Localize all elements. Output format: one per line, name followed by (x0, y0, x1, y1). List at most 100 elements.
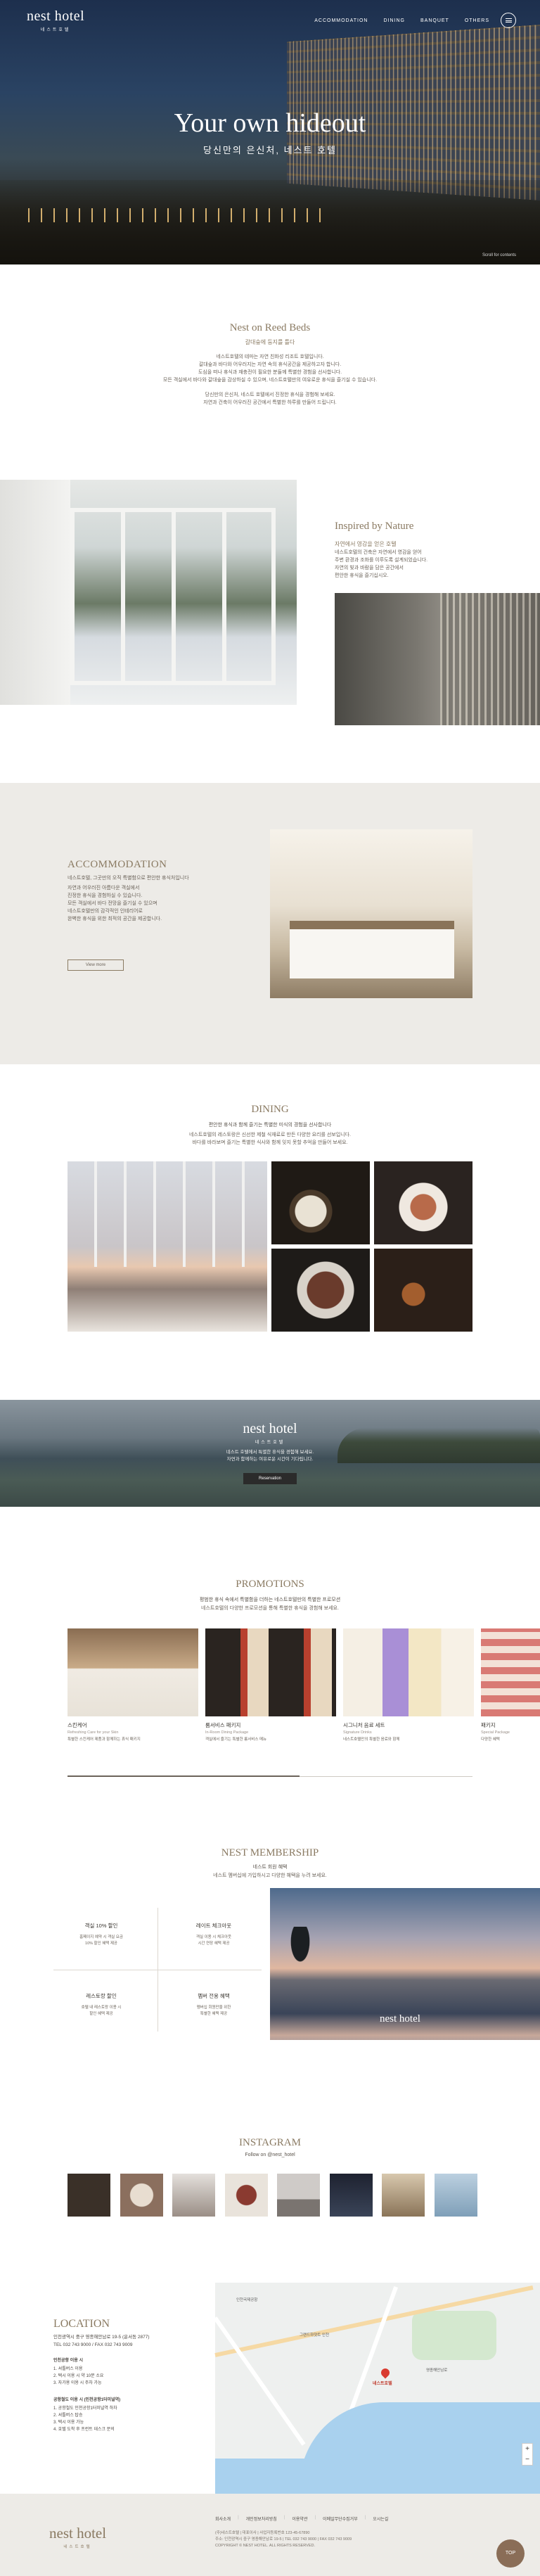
promo-desc: 객실에서 즐기는 특별한 룸서비스 메뉴 (205, 1737, 267, 1742)
shuttle-direction: 4. 호텔 도착 후 프런트 데스크 문의 (53, 2428, 115, 2432)
promo-image (343, 1628, 474, 1716)
map-zoom-control[interactable]: + − (522, 2443, 533, 2466)
map-water (215, 2459, 356, 2494)
map-label: 인천국제공항 (236, 2298, 258, 2302)
hero-section: nest hotel 네스트호텔 ACCOMMODATION DINING BA… (0, 0, 540, 264)
benefit-cell: 객실 10% 할인 홈페이지 예약 시 객실 요금 10% 할인 혜택 제공 (45, 1899, 158, 1970)
intro-line: 도심을 떠나 휴식과 재충전이 필요한 분들께 특별한 경험을 선사합니다. (198, 370, 342, 375)
membership-line: 네스트 멤버십에 가입하시고 다양한 혜택을 누려 보세요. (213, 1873, 327, 1878)
site-logo[interactable]: nest hotel 네스트호텔 (27, 8, 84, 32)
benefit-desc: 멤버십 회원만을 위한 (196, 2006, 231, 2010)
nature-line: 주변 환경과 조화를 이루도록 설계되었습니다. (335, 558, 428, 563)
nature-title: Inspired by Nature (335, 521, 414, 532)
footer-link[interactable]: 오시는길 (373, 2516, 388, 2522)
nature-line: 네스트호텔의 건축은 자연에서 영감을 얻어 (335, 550, 422, 555)
footer-link[interactable]: 이용약관 (292, 2516, 307, 2522)
promo-card[interactable]: 스킨케어 Refreshing Care for your Skin 특별한 스… (68, 1628, 198, 1742)
dish-image[interactable] (374, 1161, 472, 1244)
promo-en-title: Refreshing Care for your Skin (68, 1730, 119, 1735)
membership-image-logo: nest hotel (380, 2013, 420, 2025)
promo-desc: 특별한 스킨케어 제품과 함께하는 휴식 패키지 (68, 1737, 141, 1742)
room-image (270, 829, 472, 998)
accommodation-line: 완벽한 휴식을 위한 최적의 공간을 제공합니다. (68, 917, 162, 922)
carousel-scrollbar[interactable] (68, 1775, 472, 1777)
instagram-post[interactable] (277, 2174, 320, 2217)
nature-subtitle: 자연에서 영감을 얻은 호텔 (335, 541, 397, 547)
banner-logo-text: nest hotel (243, 1421, 297, 1436)
accommodation-title: ACCOMMODATION (68, 859, 167, 870)
shuttle-direction: 2. 셔틀버스 탑승 (53, 2414, 83, 2418)
logo-text: nest hotel (27, 8, 85, 24)
nav-item-banquet[interactable]: BANQUET (420, 18, 449, 23)
nature-line: 편안한 휴식을 즐기십시오. (335, 573, 389, 578)
nav-item-accommodation[interactable]: ACCOMMODATION (314, 18, 368, 23)
benefit-desc: 할인 혜택 제공 (89, 2012, 113, 2016)
map-road (345, 2286, 399, 2420)
membership-section: NEST MEMBERSHIP 네스트 회원 혜택 네스트 멤버십에 가입하시고… (0, 1829, 540, 2040)
instagram-post[interactable] (172, 2174, 215, 2217)
footer-links: 회사소개 | 개인정보처리방침 | 이용약관 | 이메일무단수집거부 | 오시는길 (215, 2516, 389, 2522)
drink-image[interactable] (374, 1249, 472, 1332)
accommodation-line: 진정한 휴식을 경험하실 수 있습니다. (68, 893, 143, 898)
hero-lights (28, 208, 323, 222)
instagram-post[interactable] (382, 2174, 425, 2217)
nav-item-dining[interactable]: DINING (383, 18, 405, 23)
footer-link[interactable]: 회사소개 (215, 2516, 231, 2522)
promo-en-title: Signature Drinks (343, 1730, 372, 1735)
location-address: 인천광역시 중구 영종해안남로 19-5 (운서동 2877) (53, 2335, 150, 2340)
instagram-follow-link[interactable]: Follow on @nest_hotel (0, 2153, 540, 2157)
promo-card[interactable]: 룸서비스 패키지 In-Room Dining Package 객실에서 즐기는… (205, 1628, 336, 1742)
promo-card[interactable]: 시그니처 음료 세트 Signature Drinks 네스트호텔만의 특별한 … (343, 1628, 474, 1742)
shuttle-direction: 3. 택시 이용 가능 (53, 2421, 84, 2425)
instagram-post[interactable] (68, 2174, 110, 2217)
benefit-title: 레스토랑 할인 (86, 1993, 117, 1999)
instagram-title: INSTAGRAM (239, 2137, 301, 2148)
footer-info-line: COPYRIGHT © NEST HOTEL. ALL RIGHTS RESER… (215, 2544, 315, 2548)
promotions-carousel: 스킨케어 Refreshing Care for your Skin 특별한 스… (68, 1628, 540, 1742)
airport-direction: 2. 택시 이용 시 약 10분 소요 (53, 2374, 104, 2378)
airport-direction: 1. 셔틀버스 이용 (53, 2367, 83, 2371)
promo-desc: 네스트호텔만의 특별한 음료와 함께 (343, 1737, 400, 1742)
footer-link[interactable]: 개인정보처리방침 (246, 2516, 277, 2522)
airport-directions-title: 인천공항 이용 시 (53, 2359, 83, 2363)
instagram-post[interactable] (224, 2174, 268, 2217)
benefit-desc: 객실 이용 시 체크아웃 (195, 1935, 232, 1939)
nav-item-others[interactable]: OTHERS (465, 18, 489, 23)
instagram-post[interactable] (434, 2174, 477, 2217)
instagram-post[interactable] (120, 2174, 163, 2217)
buffet-image[interactable] (68, 1161, 267, 1332)
footer-info: (주)네스트호텔 | 대표이사 | 사업자등록번호 123-45-67890 주… (215, 2530, 352, 2549)
map-label: 그랜드하얏트 인천 (300, 2333, 330, 2338)
scroll-top-button[interactable]: TOP (496, 2539, 525, 2568)
dish-image[interactable] (271, 1161, 370, 1244)
instagram-post[interactable] (329, 2174, 373, 2217)
benefit-title: 레이트 체크아웃 (195, 1923, 232, 1929)
promotions-line: 네스트호텔의 다양한 프로모션을 통해 특별한 휴식을 경험해 보세요. (201, 1606, 339, 1611)
footer-logo-subtext: 네스트호텔 (63, 2545, 92, 2549)
banner-logo-subtext: 네스트호텔 (255, 1441, 285, 1445)
footer-link[interactable]: 이메일무단수집거부 (323, 2516, 358, 2522)
main-nav: ACCOMMODATION DINING BANQUET OTHERS (314, 18, 489, 23)
dining-subtitle: 편안한 휴식과 함께 즐기는 특별한 미식의 경험을 선사합니다 (208, 1123, 332, 1128)
hero-ground (0, 180, 540, 264)
accommodation-line: 모든 객실에서 바다 전망을 즐기실 수 있으며 (68, 901, 158, 906)
scroll-hint[interactable]: Scroll for contents (482, 253, 516, 257)
map-pin-icon[interactable] (379, 2366, 392, 2379)
dining-title: DINING (251, 1104, 289, 1115)
steak-image[interactable] (271, 1249, 370, 1332)
reservation-button[interactable]: Reservation (243, 1473, 297, 1484)
view-more-button[interactable]: View more (68, 959, 124, 971)
promo-image (205, 1628, 336, 1716)
window-view-image (0, 480, 297, 705)
footer-logo[interactable]: nest hotel 네스트호텔 (49, 2525, 106, 2549)
promotions-subtitle: 평범한 휴식 속에서 특별함을 더하는 네스트호텔만의 특별한 프로모션 (199, 1598, 341, 1602)
promotions-title: PROMOTIONS (236, 1579, 304, 1590)
menu-button[interactable] (501, 13, 516, 28)
promo-card[interactable]: 패키지 Special Package 다양한 혜택 (481, 1628, 540, 1742)
promo-en-title: In-Room Dining Package (205, 1730, 249, 1735)
location-title: LOCATION (53, 2318, 110, 2330)
banner-line: 자연과 함께하는 여유로운 시간이 기다립니다. (226, 1457, 314, 1462)
footer: nest hotel 네스트호텔 회사소개 | 개인정보처리방침 | 이용약관 | 이… (0, 2494, 540, 2576)
carousel-scroll-thumb[interactable] (68, 1775, 300, 1777)
location-map[interactable]: 인천국제공항 영종해안남로 그랜드하얏트 인천 네스트호텔 + − (213, 2283, 540, 2494)
